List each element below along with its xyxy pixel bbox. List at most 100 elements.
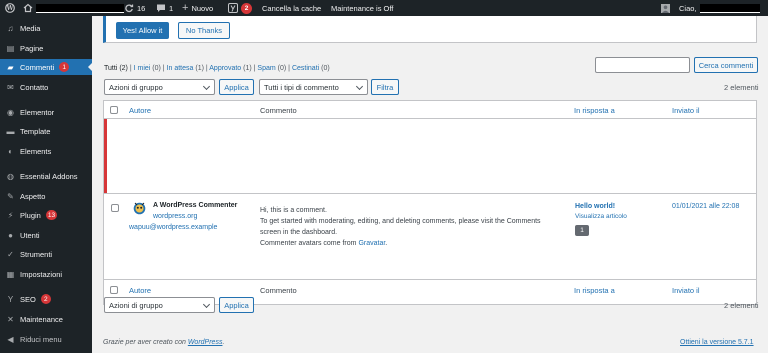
yoast-icon: Y — [7, 294, 14, 304]
filter-pending[interactable]: In attesa (1) — [167, 65, 204, 72]
sidebar-item-comments[interactable]: ▰ Commenti 1 — [0, 59, 92, 75]
sidebar-item-users[interactable]: ● Utenti — [0, 227, 92, 243]
apply-button[interactable]: Applica — [219, 79, 254, 95]
bulk-actions-select[interactable]: Azioni di gruppo — [104, 79, 215, 95]
column-comment-footer: Commento — [260, 286, 297, 295]
get-version-link[interactable]: Ottieni la versione 5.7.1 — [680, 339, 754, 346]
search-input[interactable] — [595, 57, 690, 73]
elements-icon: ◐ — [8, 146, 13, 156]
column-author-footer[interactable]: Autore — [129, 286, 151, 295]
sidebar-item-label: Contatto — [20, 82, 49, 92]
column-comment: Commento — [260, 106, 297, 115]
updates-count: 16 — [137, 3, 146, 13]
sidebar-item-contact[interactable]: ✉ Contatto — [0, 79, 92, 95]
comment-date-link[interactable]: 01/01/2021 alle 22:08 — [672, 203, 739, 210]
no-thanks-button[interactable]: No Thanks — [178, 22, 230, 39]
sidebar-item-pages[interactable]: ▤ Pagine — [0, 40, 92, 56]
new-label: Nuovo — [191, 3, 214, 13]
filter-trash[interactable]: Cestinati (0) — [292, 65, 330, 72]
sidebar-item-label: Impostazioni — [20, 269, 63, 279]
bulk-actions-select-bottom[interactable]: Azioni di gruppo — [104, 297, 215, 313]
sidebar-item-plugins[interactable]: ⚡ Plugin 13 — [0, 207, 92, 223]
sidebar-item-label: Aspetto — [20, 191, 46, 201]
pending-comment-row — [104, 119, 756, 193]
sidebar-item-tools[interactable]: ✓ Strumenti — [0, 246, 92, 262]
allow-button[interactable]: Yes! Allow it — [116, 22, 169, 39]
column-sent[interactable]: Inviato il — [672, 106, 700, 115]
sidebar-item-label: SEO — [20, 294, 36, 304]
items-count: 2 elementi — [724, 83, 759, 92]
footer-divider — [104, 279, 756, 280]
settings-icon: ▦ — [6, 269, 15, 279]
users-icon: ● — [8, 230, 13, 240]
sidebar-item-label: Template — [20, 126, 51, 136]
mail-icon: ✉ — [7, 82, 14, 92]
row-checkbox[interactable] — [111, 204, 119, 212]
filter-button[interactable]: Filtra — [371, 79, 399, 95]
select-all-checkbox[interactable] — [110, 106, 118, 114]
maintenance-icon: ✕ — [7, 314, 14, 324]
redacted-username — [699, 3, 760, 13]
column-sent-footer[interactable]: Inviato il — [672, 286, 700, 295]
wrench-icon: ✓ — [7, 249, 14, 259]
main-content: Yes! Allow it No Thanks Tutti (2) | I mi… — [92, 16, 768, 353]
gravatar-link[interactable]: Gravatar — [358, 240, 385, 247]
updates-item[interactable]: 16 — [124, 0, 145, 16]
admin-sidebar: ♫ Media ▤ Pagine ▰ Commenti 1 ✉ Contatto… — [0, 16, 92, 353]
sidebar-item-label: Elementor — [20, 107, 55, 117]
new-content-item[interactable]: + Nuovo — [182, 0, 213, 16]
sidebar-item-label: Commenti — [20, 62, 55, 72]
sidebar-item-maintenance[interactable]: ✕ Maintenance — [0, 311, 92, 327]
plugin-icon: ⚡ — [7, 210, 14, 220]
sidebar-item-appearance[interactable]: ✎ Aspetto — [0, 188, 92, 204]
sidebar-item-media[interactable]: ♫ Media — [0, 20, 92, 36]
filter-approved[interactable]: Approvato (1) — [209, 65, 251, 72]
items-count-bottom: 2 elementi — [724, 301, 759, 310]
row-divider — [104, 193, 756, 194]
redacted-site-name — [36, 3, 124, 13]
admin-bar: W 16 1 + Nuovo 2 Cancella la cache Maint… — [0, 0, 768, 16]
yoast-item[interactable]: 2 — [228, 0, 252, 16]
clear-cache-link[interactable]: Cancella la cache — [262, 0, 321, 16]
sidebar-item-elementor[interactable]: ◉ Elementor — [0, 104, 92, 120]
sidebar-item-label: Strumenti — [20, 249, 53, 259]
site-home-icon[interactable] — [23, 0, 124, 16]
comment-line: screen in the dashboard. — [260, 229, 338, 236]
maintenance-status-link[interactable]: Maintenance is Off — [331, 0, 393, 16]
view-post-link[interactable]: Visualizza articolo — [575, 213, 627, 220]
sidebar-item-label: Maintenance — [20, 314, 63, 324]
filter-spam[interactable]: Spam (0) — [257, 65, 286, 72]
select-all-checkbox-footer[interactable] — [110, 286, 118, 294]
sidebar-item-label: Media — [20, 23, 41, 33]
commenter-avatar — [133, 202, 146, 215]
avatar-icon — [661, 3, 670, 13]
sidebar-item-settings[interactable]: ▦ Impostazioni — [0, 266, 92, 282]
brush-icon: ✎ — [7, 191, 14, 201]
apply-button-bottom[interactable]: Applica — [219, 297, 254, 313]
user-account-item[interactable]: Ciao, — [661, 0, 760, 16]
comment-type-select[interactable]: Tutti i tipi di commento — [259, 79, 368, 95]
author-url-link[interactable]: wordpress.org — [153, 213, 197, 220]
sidebar-item-essential-addons[interactable]: ◍ Essential Addons — [0, 168, 92, 184]
comments-item[interactable]: 1 — [156, 0, 173, 16]
comment-bubble-icon — [157, 4, 165, 12]
comment-line-avatars: Commenter avatars come from Gravatar. — [260, 240, 388, 247]
filter-all[interactable]: Tutti (2) — [104, 65, 128, 72]
column-response-footer[interactable]: In risposta a — [574, 286, 615, 295]
sidebar-item-seo[interactable]: Y SEO 2 — [0, 291, 92, 307]
collapse-menu-button[interactable]: ◀ Riduci menu — [0, 331, 92, 347]
search-comments-button[interactable]: Cerca commenti — [694, 57, 758, 73]
sidebar-item-elements[interactable]: ◐ Elements — [0, 143, 92, 159]
filter-mine[interactable]: I miei (0) — [134, 65, 161, 72]
author-email-link[interactable]: wapuu@wordpress.example — [129, 224, 217, 231]
post-comment-count-bubble[interactable]: 1 — [575, 225, 589, 236]
wordpress-logo-icon[interactable]: W — [5, 0, 15, 16]
footer-thanks: Grazie per aver creato con WordPress. — [103, 339, 225, 346]
sidebar-item-template[interactable]: ▬ Template — [0, 123, 92, 139]
column-response[interactable]: In risposta a — [574, 106, 615, 115]
updates-icon — [125, 4, 134, 13]
plugins-badge: 13 — [45, 210, 58, 220]
column-author[interactable]: Autore — [129, 106, 151, 115]
post-title-link[interactable]: Hello world! — [575, 203, 615, 210]
wordpress-link[interactable]: WordPress — [188, 339, 223, 346]
